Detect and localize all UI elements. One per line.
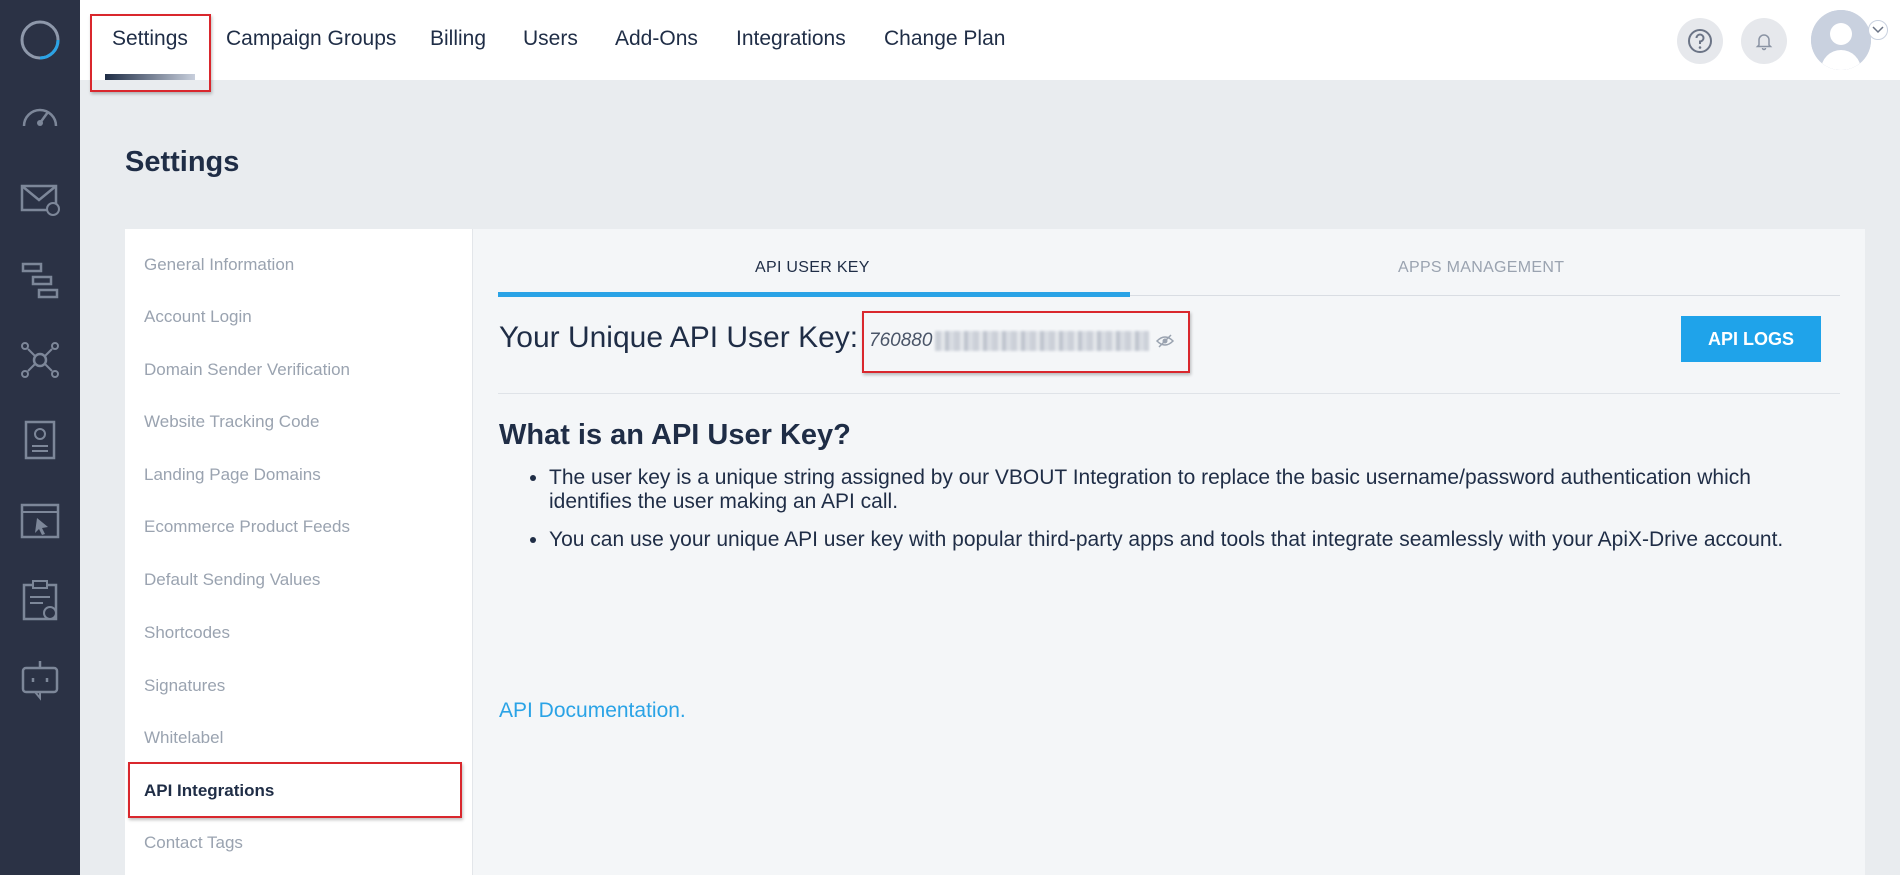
sidebar-item-landing-page-domains[interactable]: Landing Page Domains bbox=[144, 465, 321, 485]
tab-billing[interactable]: Billing bbox=[430, 27, 486, 51]
sidebar-item-website-tracking-code[interactable]: Website Tracking Code bbox=[144, 412, 319, 432]
sidebar-item-ecommerce-product-feeds[interactable]: Ecommerce Product Feeds bbox=[144, 517, 350, 537]
sidebar-item-shortcodes[interactable]: Shortcodes bbox=[144, 623, 230, 643]
sidebar-item-contact-tags[interactable]: Contact Tags bbox=[144, 833, 243, 853]
tab-integrations[interactable]: Integrations bbox=[736, 27, 846, 51]
sidebar-item-general-information[interactable]: General Information bbox=[144, 255, 294, 275]
avatar[interactable] bbox=[1811, 10, 1871, 70]
eye-hide-icon[interactable] bbox=[1155, 333, 1175, 349]
sidebar-item-account-login[interactable]: Account Login bbox=[144, 307, 252, 327]
dashboard-gauge-icon[interactable] bbox=[17, 95, 63, 141]
sidebar-item-default-sending-values[interactable]: Default Sending Values bbox=[144, 570, 320, 590]
api-logs-button[interactable]: API LOGS bbox=[1681, 316, 1821, 362]
active-tab-underline bbox=[105, 74, 195, 80]
section-divider bbox=[498, 393, 1840, 394]
tab-apps-management[interactable]: APPS MANAGEMENT bbox=[1398, 259, 1564, 277]
tab-add-ons[interactable]: Add-Ons bbox=[615, 27, 698, 51]
workflow-icon[interactable] bbox=[17, 257, 63, 303]
list-item: The user key is a unique string assigned… bbox=[549, 466, 1839, 514]
list-item: You can use your unique API user key wit… bbox=[549, 528, 1839, 552]
settings-sidebar: General Information Account Login Domain… bbox=[125, 229, 473, 875]
email-icon[interactable] bbox=[17, 176, 63, 222]
api-key-explanation-list: The user key is a unique string assigned… bbox=[549, 466, 1839, 566]
api-key-value[interactable]: 760880 bbox=[869, 330, 932, 352]
help-icon[interactable] bbox=[1677, 18, 1723, 64]
top-navigation-bar: Settings Campaign Groups Billing Users A… bbox=[80, 0, 1900, 80]
sidebar-item-signatures[interactable]: Signatures bbox=[144, 676, 225, 696]
page-title: Settings bbox=[125, 146, 240, 178]
settings-card: General Information Account Login Domain… bbox=[125, 229, 1865, 875]
logo-icon[interactable] bbox=[17, 17, 63, 63]
browser-cursor-icon[interactable] bbox=[17, 498, 63, 544]
tab-settings[interactable]: Settings bbox=[112, 27, 188, 51]
contacts-icon[interactable] bbox=[17, 417, 63, 463]
tab-campaign-groups[interactable]: Campaign Groups bbox=[226, 27, 396, 51]
chevron-down-icon[interactable] bbox=[1868, 20, 1888, 40]
network-icon[interactable] bbox=[17, 337, 63, 383]
clipboard-icon[interactable] bbox=[17, 577, 63, 623]
tab-change-plan[interactable]: Change Plan bbox=[884, 27, 1005, 51]
api-key-blurred bbox=[935, 331, 1149, 351]
active-tab-indicator bbox=[498, 292, 1130, 297]
api-content-panel: API USER KEY APPS MANAGEMENT Your Unique… bbox=[473, 229, 1865, 875]
bot-icon[interactable] bbox=[17, 656, 63, 702]
sidebar-item-domain-sender-verification[interactable]: Domain Sender Verification bbox=[144, 360, 350, 380]
sidebar-item-api-integrations[interactable]: API Integrations bbox=[144, 781, 274, 801]
tab-users[interactable]: Users bbox=[523, 27, 578, 51]
what-is-api-key-heading: What is an API User Key? bbox=[499, 419, 851, 451]
api-documentation-link[interactable]: API Documentation. bbox=[499, 699, 686, 723]
sidebar-item-whitelabel[interactable]: Whitelabel bbox=[144, 728, 223, 748]
left-icon-rail bbox=[0, 0, 80, 875]
bell-icon[interactable] bbox=[1741, 18, 1787, 64]
api-key-label: Your Unique API User Key: bbox=[499, 321, 859, 354]
tab-api-user-key[interactable]: API USER KEY bbox=[755, 259, 870, 277]
